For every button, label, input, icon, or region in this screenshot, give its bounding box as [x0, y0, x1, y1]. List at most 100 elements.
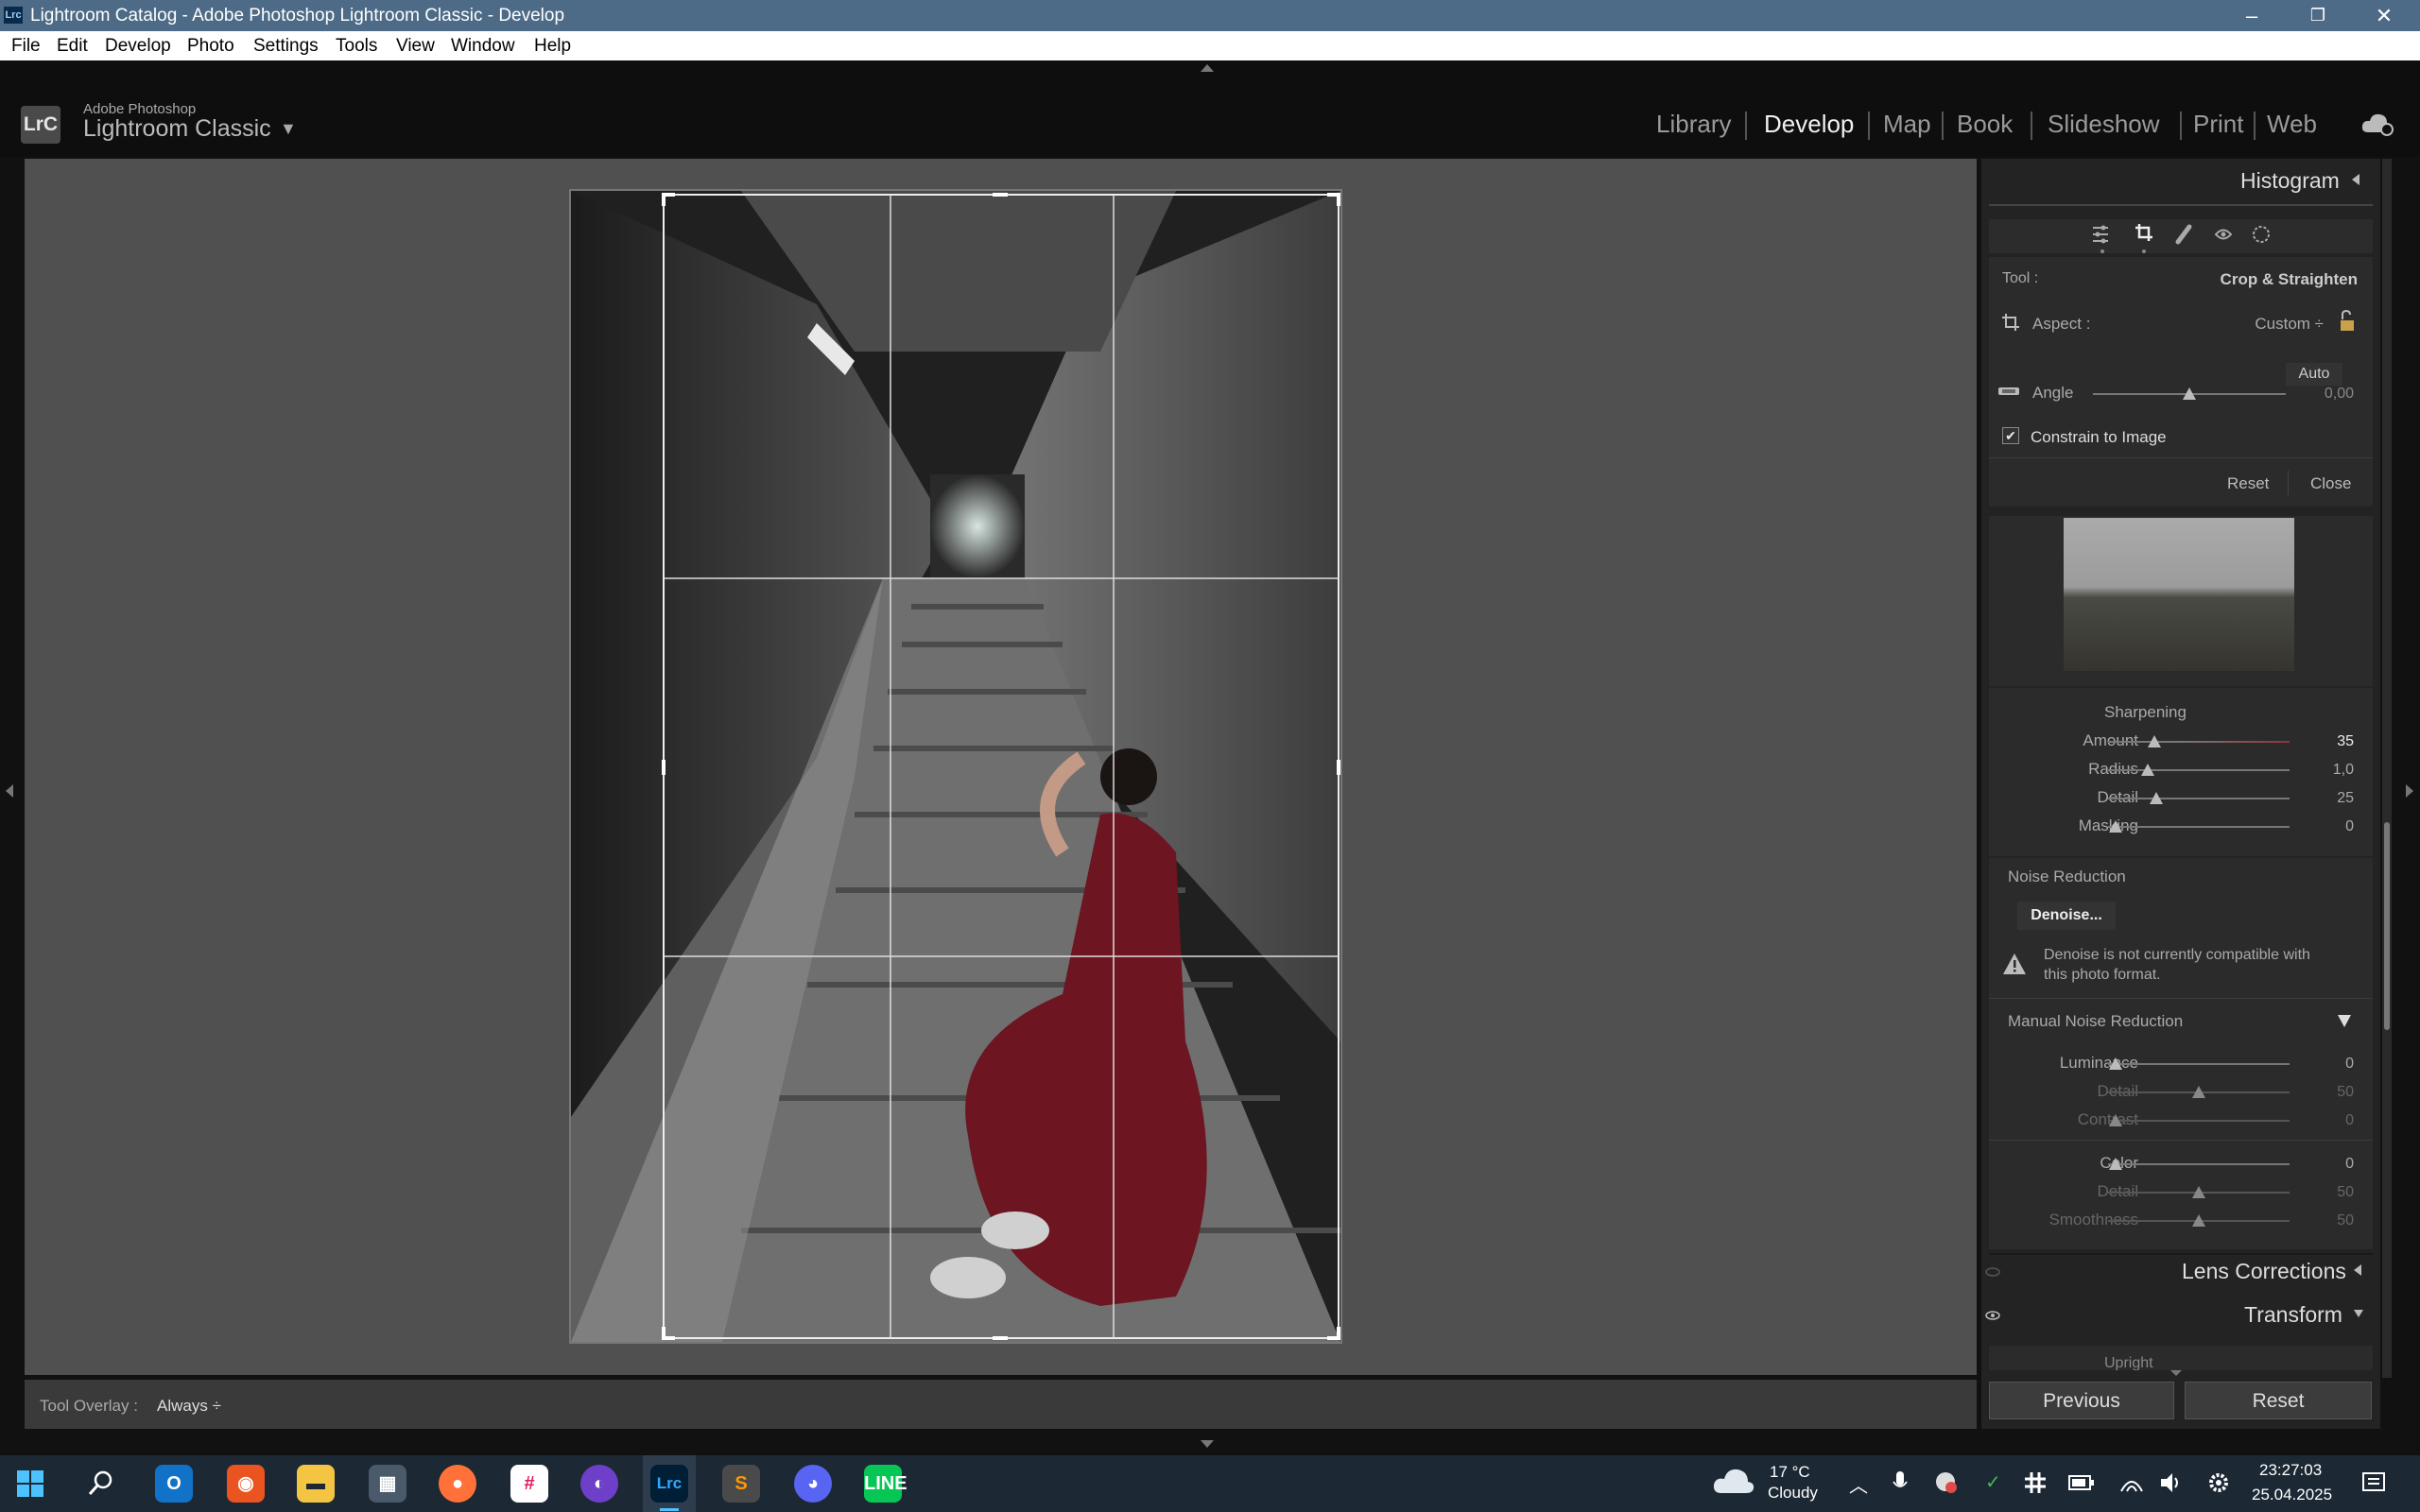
radius-slider-track[interactable] [2108, 769, 2290, 771]
smoothness-value[interactable]: 50 [2307, 1212, 2354, 1229]
menu-help[interactable]: Help [534, 36, 571, 57]
panel-scrollbar[interactable] [2382, 159, 2392, 1378]
luminance-contrast-track[interactable] [2108, 1120, 2290, 1122]
left-panel-toggle-icon[interactable] [6, 784, 13, 798]
detail-value[interactable]: 25 [2307, 790, 2354, 807]
menu-develop[interactable]: Develop [105, 36, 171, 57]
search-icon[interactable] [87, 1469, 115, 1497]
file-explorer-icon[interactable]: ▬ [297, 1465, 335, 1503]
volume-icon[interactable] [2159, 1470, 2184, 1495]
amount-slider-track[interactable] [2108, 741, 2290, 743]
transform-visibility-icon[interactable] [1985, 1310, 2000, 1321]
weather-cloud-icon[interactable] [1713, 1467, 1754, 1495]
histogram-header[interactable]: Histogram [2240, 168, 2340, 194]
weather-temp[interactable]: 17 °C [1770, 1463, 1810, 1482]
menu-file[interactable]: File [11, 36, 41, 57]
weather-text[interactable]: Cloudy [1768, 1484, 1818, 1503]
crop-tool-icon[interactable] [2135, 223, 2153, 246]
color-slider-track[interactable] [2108, 1163, 2290, 1165]
luminance-detail-value[interactable]: 50 [2307, 1084, 2354, 1101]
collapse-top-icon[interactable] [1201, 64, 1214, 72]
line-icon[interactable]: LINE [864, 1465, 908, 1503]
constrain-checkbox[interactable]: ✔ [2002, 427, 2019, 444]
straighten-tool-icon[interactable] [1998, 384, 2019, 401]
amount-slider-thumb[interactable] [2148, 735, 2161, 747]
slack-icon[interactable]: # [510, 1465, 548, 1503]
firefox-icon[interactable]: ● [439, 1465, 476, 1503]
close-button[interactable]: ✕ [2356, 0, 2412, 31]
scrollbar-thumb[interactable] [2384, 822, 2390, 1030]
transform-header[interactable]: Transform [2244, 1302, 2342, 1328]
reset-button[interactable]: Reset [2185, 1382, 2372, 1419]
masking-icon[interactable] [2252, 223, 2271, 246]
masking-value[interactable]: 0 [2307, 818, 2354, 835]
tool-overlay-select[interactable]: Always ÷ [157, 1397, 221, 1416]
aspect-select[interactable]: Custom ÷ [2231, 315, 2324, 334]
luminance-slider-track[interactable] [2108, 1063, 2290, 1065]
luminance-contrast-thumb[interactable] [2109, 1114, 2122, 1126]
menu-tools[interactable]: Tools [336, 36, 377, 57]
module-print[interactable]: Print [2193, 110, 2243, 139]
clock-time[interactable]: 23:27:03 [2259, 1461, 2322, 1480]
lock-open-icon[interactable] [2337, 310, 2356, 333]
denoise-button[interactable]: Denoise... [2017, 902, 2116, 930]
lens-collapse-icon[interactable] [2354, 1264, 2361, 1276]
lens-visibility-icon[interactable] [1985, 1266, 2000, 1278]
calculator-icon[interactable]: ▦ [369, 1465, 406, 1503]
radius-value[interactable]: 1,0 [2307, 762, 2354, 779]
settings-gear-icon[interactable] [2206, 1470, 2231, 1495]
module-map[interactable]: Map [1883, 110, 1931, 139]
edit-sliders-icon[interactable] [2091, 223, 2110, 246]
menu-window[interactable]: Window [451, 36, 515, 57]
healing-icon[interactable] [2174, 223, 2193, 246]
previous-button[interactable]: Previous [1989, 1382, 2174, 1419]
microphone-icon[interactable] [1893, 1470, 1908, 1495]
github-icon[interactable]: ◐ [580, 1465, 618, 1503]
luminance-contrast-value[interactable]: 0 [2307, 1112, 2354, 1129]
transform-collapse-icon[interactable] [2354, 1310, 2363, 1317]
luminance-slider-thumb[interactable] [2109, 1057, 2122, 1070]
smoothness-thumb[interactable] [2192, 1214, 2205, 1227]
angle-slider-thumb[interactable] [2183, 387, 2196, 400]
crop-close-button[interactable]: Close [2310, 474, 2351, 493]
color-slider-thumb[interactable] [2109, 1158, 2122, 1170]
detail-slider-track[interactable] [2108, 798, 2290, 799]
masking-slider-thumb[interactable] [2109, 820, 2122, 833]
color-detail-value[interactable]: 50 [2307, 1184, 2354, 1201]
amount-value[interactable]: 35 [2307, 733, 2354, 750]
outlook-icon[interactable]: O [155, 1465, 193, 1503]
minimize-button[interactable]: – [2223, 0, 2280, 31]
luminance-value[interactable]: 0 [2307, 1056, 2354, 1073]
detail-preview[interactable] [2064, 518, 2294, 671]
sublime-icon[interactable]: S [722, 1465, 760, 1503]
masking-slider-track[interactable] [2108, 826, 2290, 828]
auto-button[interactable]: Auto [2286, 363, 2342, 386]
manual-noise-collapse-icon[interactable] [2338, 1015, 2351, 1027]
wifi-icon[interactable] [2119, 1470, 2144, 1495]
crop-aspect-icon[interactable] [2002, 314, 2019, 331]
lightroom-icon[interactable]: Lrc [650, 1465, 688, 1503]
color-value[interactable]: 0 [2307, 1156, 2354, 1173]
notifications-icon[interactable] [2361, 1470, 2386, 1495]
module-book[interactable]: Book [1957, 110, 2013, 139]
collapse-bottom-icon[interactable] [1201, 1440, 1214, 1448]
red-eye-icon[interactable] [2214, 223, 2233, 246]
module-library[interactable]: Library [1656, 110, 1731, 139]
tray-expand-icon[interactable]: ︿ [1849, 1470, 1868, 1498]
clock-date[interactable]: 25.04.2025 [2252, 1486, 2332, 1504]
histogram-collapse-icon[interactable] [2352, 174, 2360, 185]
windows-start-icon[interactable] [17, 1470, 43, 1497]
restore-button[interactable]: ❐ [2290, 0, 2346, 31]
slack-tray-icon[interactable] [2023, 1470, 2048, 1495]
module-develop[interactable]: Develop [1764, 110, 1854, 139]
detail-slider-thumb[interactable] [2150, 792, 2163, 804]
cloud-sync-icon[interactable] [2361, 112, 2394, 136]
radius-slider-thumb[interactable] [2141, 764, 2154, 776]
vpn-icon[interactable] [1934, 1470, 1959, 1495]
luminance-detail-thumb[interactable] [2192, 1086, 2205, 1098]
module-web[interactable]: Web [2267, 110, 2317, 139]
identity-dropdown-icon[interactable]: ▼ [280, 119, 297, 139]
discord-icon[interactable]: ◕ [794, 1465, 832, 1503]
ubuntu-icon[interactable]: ◉ [227, 1465, 265, 1503]
color-detail-thumb[interactable] [2192, 1186, 2205, 1198]
